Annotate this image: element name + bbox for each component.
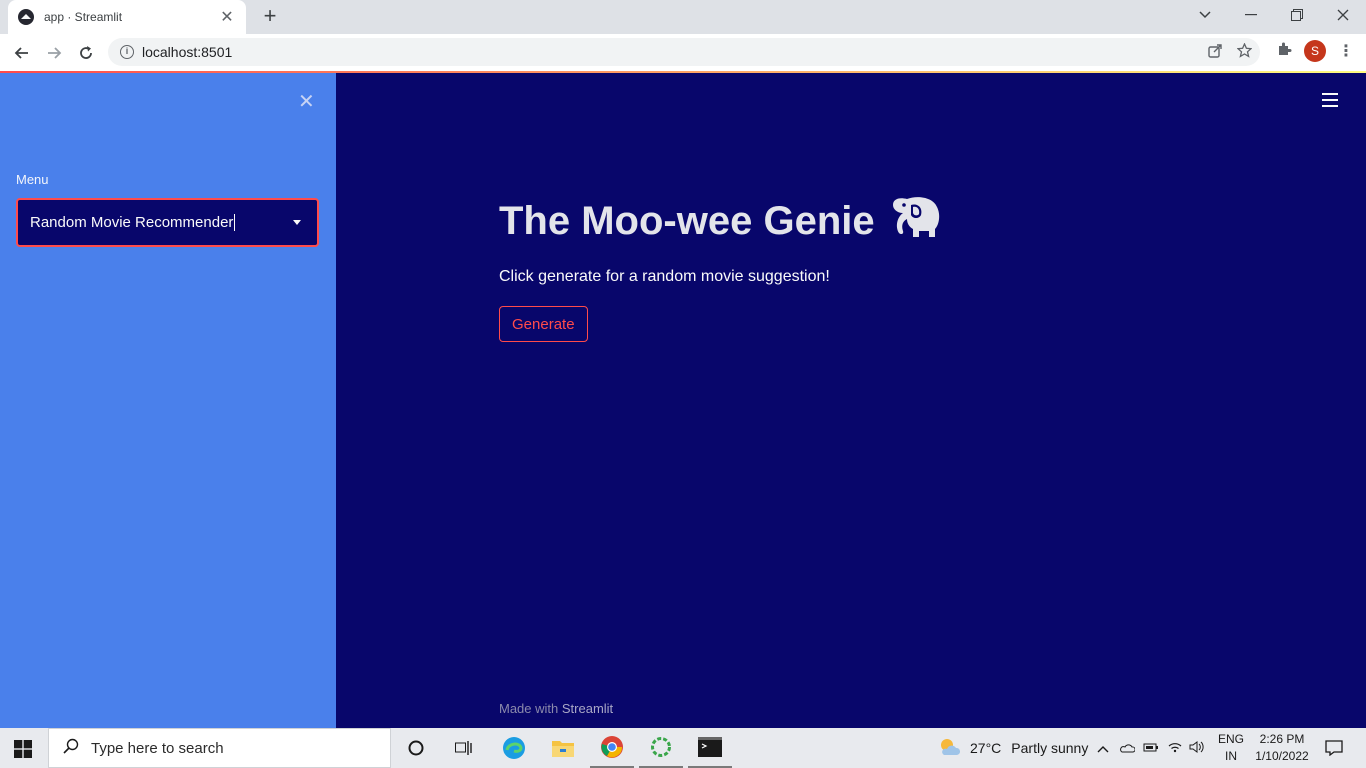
wifi-icon[interactable] bbox=[1167, 740, 1183, 756]
weather-temp: 27°C bbox=[970, 740, 1002, 756]
new-tab-icon[interactable]: + bbox=[258, 5, 282, 28]
windows-taskbar: Type here to search 27°C Partly sunny EN… bbox=[0, 728, 1366, 768]
site-info-icon[interactable]: i bbox=[120, 45, 134, 59]
elephant-icon bbox=[889, 193, 943, 249]
page-title-text: The Moo-wee Genie bbox=[499, 198, 875, 243]
file-explorer-icon[interactable] bbox=[541, 728, 585, 768]
profile-avatar[interactable]: S bbox=[1304, 40, 1326, 62]
notifications-icon[interactable] bbox=[1312, 728, 1356, 768]
streamlit-app: ✕ Menu Random Movie Recommender The Moo-… bbox=[0, 71, 1366, 728]
taskbar-search-box[interactable]: Type here to search bbox=[48, 728, 391, 768]
browser-tab[interactable]: app · Streamlit ✕ bbox=[8, 0, 246, 34]
hamburger-menu-icon[interactable] bbox=[1322, 93, 1338, 111]
extension-area: S ⋮ bbox=[1276, 40, 1354, 62]
lang-region: IN bbox=[1225, 749, 1237, 763]
restore-icon[interactable] bbox=[1274, 0, 1320, 30]
close-sidebar-icon[interactable]: ✕ bbox=[298, 89, 315, 114]
clock-time: 2:26 PM bbox=[1259, 732, 1305, 746]
browser-toolbar: i localhost:8501 S ⋮ bbox=[0, 34, 1366, 71]
onedrive-icon[interactable] bbox=[1119, 740, 1136, 756]
page-subtitle: Click generate for a random movie sugges… bbox=[499, 268, 830, 285]
taskbar-search-placeholder: Type here to search bbox=[91, 739, 224, 757]
forward-icon[interactable] bbox=[40, 39, 68, 67]
footer-brand-link[interactable]: Streamlit bbox=[562, 701, 613, 716]
partly-sunny-icon bbox=[938, 737, 961, 760]
streamlit-favicon-icon bbox=[18, 9, 34, 25]
tab-close-icon[interactable]: ✕ bbox=[218, 7, 236, 27]
reload-icon[interactable] bbox=[72, 39, 100, 67]
back-icon[interactable] bbox=[8, 39, 36, 67]
browser-tabstrip: app · Streamlit ✕ + bbox=[0, 0, 1366, 34]
input-language[interactable]: ENG IN bbox=[1214, 731, 1248, 765]
tray-icons bbox=[1097, 728, 1205, 768]
browser-menu-icon[interactable]: ⋮ bbox=[1338, 41, 1354, 61]
tab-title: app · Streamlit bbox=[44, 10, 123, 24]
omnibox-actions bbox=[1208, 42, 1253, 61]
generate-button[interactable]: Generate bbox=[499, 306, 588, 342]
app-ring-icon[interactable] bbox=[639, 728, 683, 768]
terminal-icon[interactable] bbox=[688, 728, 732, 768]
cortana-icon[interactable] bbox=[394, 728, 438, 768]
search-icon bbox=[63, 738, 79, 759]
bookmark-star-icon[interactable] bbox=[1236, 42, 1253, 61]
lang-code: ENG bbox=[1217, 732, 1244, 746]
chrome-taskbar-icon[interactable] bbox=[590, 728, 634, 768]
menu-label: Menu bbox=[16, 172, 49, 187]
address-bar[interactable]: i localhost:8501 bbox=[108, 38, 1260, 66]
windows-start-icon[interactable] bbox=[14, 740, 32, 758]
close-window-icon[interactable] bbox=[1320, 0, 1366, 30]
extensions-puzzle-icon[interactable] bbox=[1276, 41, 1292, 62]
task-view-icon[interactable] bbox=[442, 728, 486, 768]
page-title: The Moo-wee Genie bbox=[499, 193, 943, 249]
clock-date: 1/10/2022 bbox=[1255, 749, 1309, 763]
sidebar: ✕ Menu Random Movie Recommender bbox=[0, 73, 336, 728]
menu-select[interactable]: Random Movie Recommender bbox=[16, 198, 319, 247]
system-clock[interactable]: 2:26 PM 1/10/2022 bbox=[1250, 731, 1314, 765]
footer: Made with Streamlit bbox=[499, 701, 613, 716]
minimize-icon[interactable] bbox=[1228, 0, 1274, 30]
footer-prefix: Made with bbox=[499, 701, 559, 716]
share-icon[interactable] bbox=[1208, 43, 1223, 61]
weather-widget[interactable]: 27°C Partly sunny bbox=[938, 728, 1088, 768]
menu-select-value: Random Movie Recommender bbox=[30, 214, 236, 231]
volume-icon[interactable] bbox=[1189, 740, 1205, 756]
caret-down-icon[interactable] bbox=[293, 220, 301, 225]
weather-desc: Partly sunny bbox=[1011, 740, 1089, 756]
tab-search-icon[interactable] bbox=[1182, 0, 1228, 30]
edge-browser-icon[interactable] bbox=[492, 728, 536, 768]
url-text: localhost:8501 bbox=[142, 44, 233, 60]
battery-icon[interactable] bbox=[1143, 740, 1159, 756]
show-hidden-icons-icon[interactable] bbox=[1097, 740, 1109, 756]
